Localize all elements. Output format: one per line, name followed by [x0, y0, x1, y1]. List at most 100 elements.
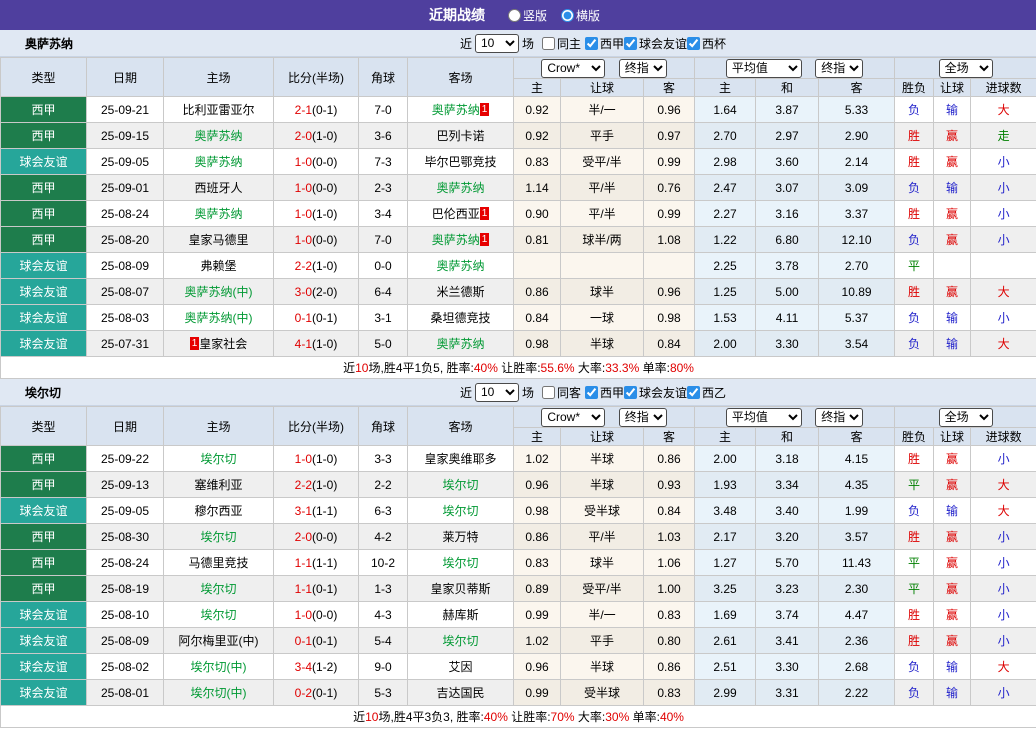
layout-option-horizontal[interactable]: 横版 [561, 7, 600, 24]
recent-count-select[interactable]: 10 [475, 34, 519, 53]
halftime-score: (1-2) [312, 660, 337, 674]
league-filter-segunda[interactable]: 西乙 [687, 384, 726, 401]
date-cell: 25-08-03 [87, 305, 164, 331]
result-cell: 胜 [895, 201, 934, 227]
league-checkbox[interactable] [585, 386, 598, 399]
league-type-cell: 西甲 [1, 201, 87, 227]
same-venue-filter[interactable]: 同客 [542, 384, 581, 401]
score-cell: 0-2(0-1) [274, 680, 359, 706]
odds-handicap-cell: 平/半 [561, 524, 644, 550]
odds-handicap-cell: 平手 [561, 123, 644, 149]
team-name-text: 塞维利亚 [194, 478, 242, 492]
final-average-select[interactable]: 终指 [815, 408, 863, 427]
same-venue-filter[interactable]: 同主 [542, 35, 581, 52]
horizontal-layout-radio[interactable] [561, 9, 574, 22]
avg-home-cell: 3.48 [695, 498, 756, 524]
date-cell: 25-08-30 [87, 524, 164, 550]
odds-handicap-cell: 球半 [561, 550, 644, 576]
league-checkbox[interactable] [624, 386, 637, 399]
final-odds-select[interactable]: 终指 [619, 408, 667, 427]
odds-away-cell: 0.83 [644, 680, 695, 706]
handicap-result-cell: 输 [934, 654, 971, 680]
same-venue-checkbox[interactable] [542, 37, 555, 50]
fulltime-select[interactable]: 全场 [939, 408, 993, 427]
away-team-cell: 巴列卡诺 [408, 123, 514, 149]
odds-away-cell: 0.98 [644, 305, 695, 331]
goals-cell: 小 [971, 550, 1036, 576]
odds-home-cell: 0.96 [514, 472, 561, 498]
avg-draw-cell: 3.30 [756, 331, 819, 357]
league-filter-laliga[interactable]: 西甲 [585, 384, 624, 401]
team-name-2: 埃尔切 [25, 384, 61, 401]
league-filter-laliga[interactable]: 西甲 [585, 35, 624, 52]
odds-home-cell: 0.81 [514, 227, 561, 253]
fulltime-score: 2-0 [295, 129, 312, 143]
odds-home-cell: 0.96 [514, 654, 561, 680]
avg-away-cell: 3.37 [819, 201, 895, 227]
odds-handicap-cell: 受平/半 [561, 149, 644, 175]
date-cell: 25-08-01 [87, 680, 164, 706]
result-cell: 胜 [895, 602, 934, 628]
halftime-score: (0-1) [312, 582, 337, 596]
halftime-score: (1-1) [312, 504, 337, 518]
odds-company-select[interactable]: Crow* [541, 59, 605, 78]
col-header-goals: 进球数 [971, 428, 1036, 446]
league-checkbox-label: 西乙 [702, 384, 726, 401]
fulltime-score: 1-0 [295, 181, 312, 195]
vertical-layout-radio[interactable] [508, 9, 521, 22]
average-select[interactable]: 平均值 [726, 408, 802, 427]
avg-away-cell: 4.15 [819, 446, 895, 472]
match-row: 球会友谊25-09-05奥萨苏纳1-0(0-0)7-3毕尔巴鄂竞技0.83受平/… [1, 149, 1036, 175]
away-team-cell: 奥萨苏纳 [408, 253, 514, 279]
avg-home-cell: 1.22 [695, 227, 756, 253]
final-odds-select[interactable]: 终指 [619, 59, 667, 78]
halftime-score: (0-0) [312, 233, 337, 247]
league-filter-friendly[interactable]: 球会友谊 [624, 35, 687, 52]
away-team-cell: 巴伦西亚1 [408, 201, 514, 227]
league-checkbox[interactable] [624, 37, 637, 50]
team-name-text: 巴伦西亚 [432, 207, 480, 221]
avg-draw-cell: 3.78 [756, 253, 819, 279]
odds-company-select[interactable]: Crow* [541, 408, 605, 427]
team-name-text: 米兰德斯 [436, 285, 484, 299]
col-header-odds-away: 客 [644, 79, 695, 97]
fulltime-score: 1-0 [295, 452, 312, 466]
corner-cell: 5-4 [359, 628, 408, 654]
col-header-home: 主场 [164, 407, 274, 446]
odds-away-cell: 0.99 [644, 149, 695, 175]
avg-home-cell: 2.00 [695, 331, 756, 357]
avg-home-cell: 2.00 [695, 446, 756, 472]
fulltime-select[interactable]: 全场 [939, 59, 993, 78]
away-team-cell: 桑坦德竞技 [408, 305, 514, 331]
corner-cell: 5-0 [359, 331, 408, 357]
average-select[interactable]: 平均值 [726, 59, 802, 78]
same-venue-checkbox[interactable] [542, 386, 555, 399]
league-type-cell: 西甲 [1, 227, 87, 253]
layout-option-vertical[interactable]: 竖版 [508, 7, 547, 24]
team-name-text: 皇家社会 [199, 337, 247, 351]
col-header-avg-home: 主 [695, 428, 756, 446]
league-checkbox[interactable] [687, 37, 700, 50]
result-cell: 胜 [895, 524, 934, 550]
match-row: 球会友谊25-08-09阿尔梅里亚(中)0-1(0-1)5-4埃尔切1.02平手… [1, 628, 1036, 654]
odds-away-cell: 0.97 [644, 123, 695, 149]
team-name-text: 弗赖堡 [200, 259, 236, 273]
league-filter-friendly[interactable]: 球会友谊 [624, 384, 687, 401]
score-cell: 1-0(1-0) [274, 446, 359, 472]
col-header-date: 日期 [87, 58, 164, 97]
odds-home-cell: 0.90 [514, 201, 561, 227]
odds-home-cell: 0.86 [514, 524, 561, 550]
avg-draw-cell: 3.20 [756, 524, 819, 550]
score-cell: 1-0(0-0) [274, 175, 359, 201]
league-filter-cup[interactable]: 西杯 [687, 35, 726, 52]
avg-home-cell: 2.99 [695, 680, 756, 706]
league-checkbox[interactable] [687, 386, 700, 399]
col-header-odds-home: 主 [514, 428, 561, 446]
col-header-type: 类型 [1, 58, 87, 97]
recent-count-select[interactable]: 10 [475, 383, 519, 402]
halftime-score: (1-0) [312, 337, 337, 351]
league-checkbox[interactable] [585, 37, 598, 50]
odds-away-cell: 0.99 [644, 201, 695, 227]
away-team-cell: 奥萨苏纳 [408, 175, 514, 201]
final-average-select[interactable]: 终指 [815, 59, 863, 78]
